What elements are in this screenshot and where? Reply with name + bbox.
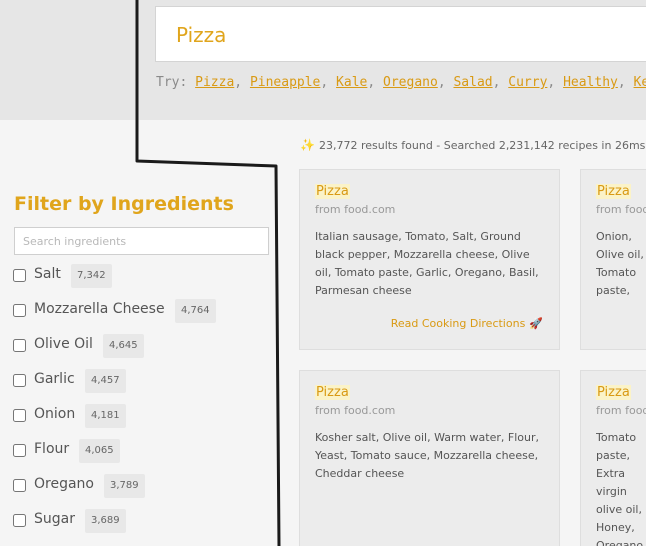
suggestion-link[interactable]: Healthy <box>563 75 618 90</box>
suggestion-separator: , <box>320 75 329 90</box>
recipe-title[interactable]: Pizza <box>596 385 631 400</box>
suggestion-separator: , <box>234 75 243 90</box>
ingredient-label[interactable]: Onion <box>34 406 75 422</box>
read-directions-label[interactable]: Read Cooking Directions <box>391 317 526 330</box>
recipe-source: from food.com <box>596 203 646 216</box>
suggestion-separator: , <box>367 75 376 90</box>
ingredient-label[interactable]: Olive Oil <box>34 336 93 352</box>
ingredient-label[interactable]: Salt <box>34 266 61 282</box>
suggestion-link[interactable]: Oregano <box>383 75 438 90</box>
ingredient-checkbox[interactable] <box>13 479 26 492</box>
ingredient-count-badge: 7,342 <box>71 264 112 288</box>
ingredient-label[interactable]: Garlic <box>34 371 75 387</box>
ingredient-checkbox[interactable] <box>13 409 26 422</box>
suggestion-separator: , <box>547 75 556 90</box>
ingredient-count-badge: 4,181 <box>85 404 126 428</box>
suggestion-link[interactable]: Pizza <box>195 75 234 90</box>
filter-title: Filter by Ingredients <box>14 193 234 215</box>
ingredient-checkbox[interactable] <box>13 339 26 352</box>
ingredient-checkbox[interactable] <box>13 269 26 282</box>
recipe-search-page: Try: Pizza, Pineapple, Kale, Oregano, Sa… <box>0 0 646 546</box>
ingredient-count-badge: 3,689 <box>85 509 126 533</box>
suggestion-link[interactable]: Pineapple <box>250 75 320 90</box>
suggestion-link[interactable]: Kale <box>336 75 367 90</box>
recipe-title[interactable]: Pizza <box>596 184 631 199</box>
recipe-ingredients: Tomato paste, Extra virgin olive oil, Ho… <box>596 431 646 546</box>
try-label: Try: <box>156 75 188 90</box>
ingredient-checkbox[interactable] <box>13 514 26 527</box>
recipe-card[interactable]: Pizza from food.com Italian sausage, Tom… <box>299 169 560 350</box>
ingredient-label[interactable]: Oregano <box>34 476 94 492</box>
ingredient-count-badge: 4,764 <box>175 299 216 323</box>
rocket-icon: 🚀 <box>529 317 543 330</box>
recipe-title[interactable]: Pizza <box>315 184 350 199</box>
ingredient-label[interactable]: Sugar <box>34 511 75 527</box>
search-header: Try: Pizza, Pineapple, Kale, Oregano, Sa… <box>0 0 646 120</box>
result-stats-text: 23,772 results found - Searched 2,231,14… <box>318 139 646 152</box>
recipe-title[interactable]: Pizza <box>315 385 350 400</box>
ingredient-label[interactable]: Flour <box>34 441 69 457</box>
recipe-card[interactable]: Pizza from food.com Tomato paste, Extra … <box>580 370 646 546</box>
ingredient-count-badge: 4,065 <box>79 439 120 463</box>
suggestion-separator: , <box>437 75 446 90</box>
recipe-ingredients: Kosher salt, Olive oil, Warm water, Flou… <box>315 431 539 480</box>
suggestion-separator: , <box>492 75 501 90</box>
ingredient-count-badge: 4,457 <box>85 369 126 393</box>
ingredient-count-badge: 3,789 <box>104 474 145 498</box>
result-stats: ✨ 23,772 results found - Searched 2,231,1… <box>300 138 646 152</box>
search-box[interactable] <box>155 6 646 62</box>
ingredient-checkbox[interactable] <box>13 374 26 387</box>
ingredient-checkbox[interactable] <box>13 444 26 457</box>
suggestion-link[interactable]: Curry <box>508 75 547 90</box>
recipe-source: from food.com <box>315 203 396 216</box>
ingredient-count-badge: 4,645 <box>103 334 144 358</box>
ingredient-label[interactable]: Mozzarella Cheese <box>34 301 165 317</box>
recipe-card[interactable]: Pizza from food.com Onion, Olive oil, To… <box>580 169 646 350</box>
recipe-card[interactable]: Pizza from food.com Kosher salt, Olive o… <box>299 370 560 546</box>
ingredient-checkbox[interactable] <box>13 304 26 317</box>
sparkle-icon: ✨ <box>300 138 315 152</box>
recipe-source: from food.com <box>596 404 646 417</box>
recipe-source: from food.com <box>315 404 396 417</box>
ingredient-search-input[interactable] <box>14 227 269 255</box>
suggestion-link[interactable]: Keto <box>634 75 646 90</box>
suggestion-row: Try: Pizza, Pineapple, Kale, Oregano, Sa… <box>156 75 646 90</box>
suggestion-separator: , <box>617 75 626 90</box>
recipe-ingredients: Onion, Olive oil, Tomato paste, Sugar, S… <box>596 230 644 297</box>
read-directions-link[interactable]: Read Cooking Directions 🚀 <box>391 317 543 330</box>
recipe-ingredients: Italian sausage, Tomato, Salt, Ground bl… <box>315 230 539 297</box>
suggestion-link[interactable]: Salad <box>453 75 492 90</box>
search-input[interactable] <box>176 19 636 51</box>
